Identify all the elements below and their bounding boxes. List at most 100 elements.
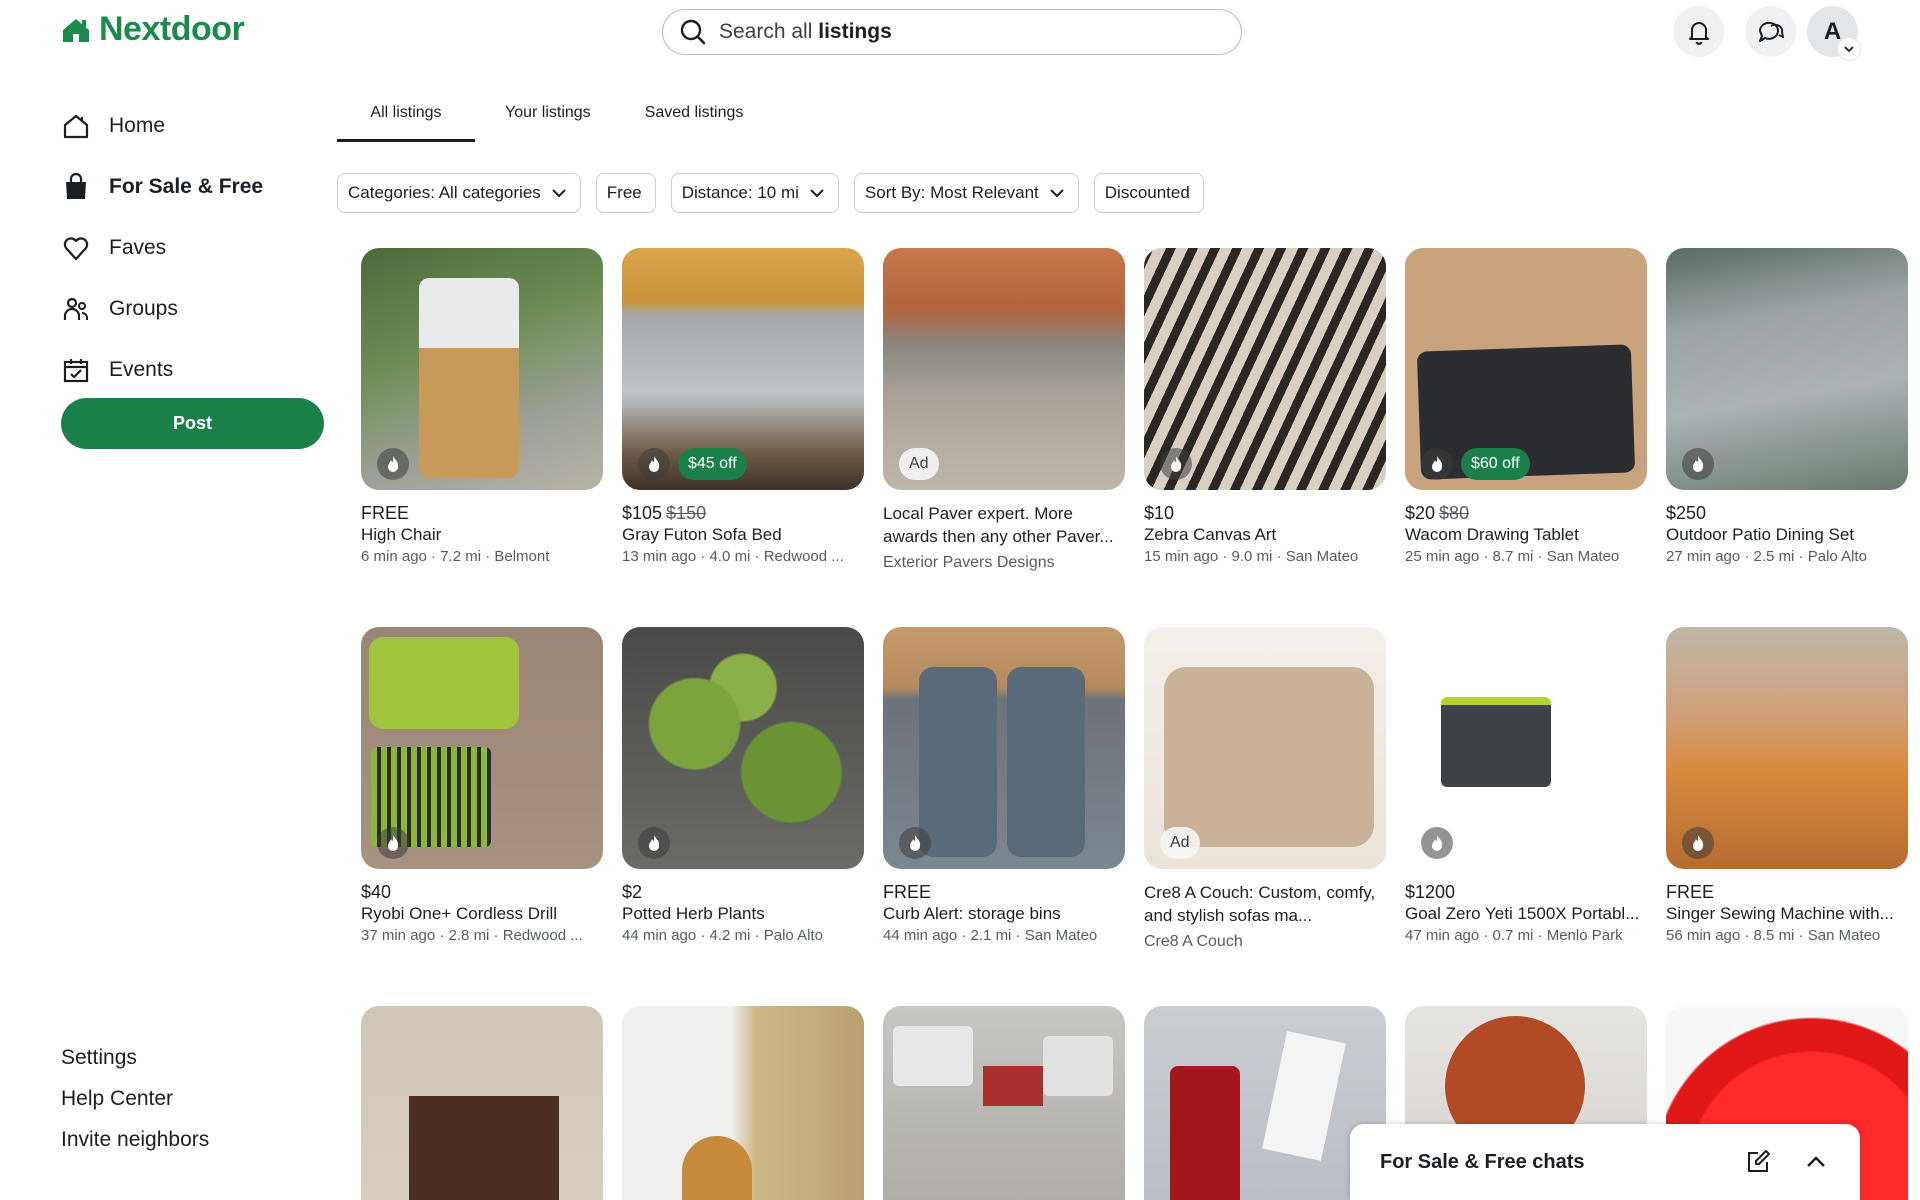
listing-photo[interactable] [361, 248, 603, 490]
distance-filter[interactable]: Distance: 10 mi [670, 173, 839, 213]
listing-title: Zebra Canvas Art [1144, 525, 1277, 544]
heart-icon [63, 236, 89, 260]
listing-photo[interactable] [361, 1006, 603, 1200]
listing-card[interactable]: $60 off $20 $80 Wacom Drawing Tablet 25 m… [1405, 248, 1647, 567]
listing-card[interactable]: $10 Zebra Canvas Art 15 min ago · 9.0 mi… [1144, 248, 1386, 567]
categories-filter[interactable]: Categories: All categories [337, 173, 581, 213]
sidebar-item-groups[interactable]: Groups [61, 278, 263, 339]
filter-label: Distance: 10 mi [681, 183, 799, 202]
listing-title: Wacom Drawing Tablet [1405, 525, 1579, 544]
listing-card[interactable]: $2 Potted Herb Plants 44 min ago · 4.2 m… [622, 627, 864, 946]
listing-photo[interactable] [361, 627, 603, 869]
listing-photo[interactable] [1405, 627, 1647, 869]
sort-filter[interactable]: Sort By: Most Relevant [853, 173, 1079, 213]
account-menu-button[interactable] [1838, 38, 1860, 60]
sidebar-item-home[interactable]: Home [61, 95, 263, 156]
sidebar-item-label: For Sale & Free [109, 174, 264, 198]
listing-card[interactable]: FREE Singer Sewing Machine with... 56 mi… [1666, 627, 1908, 946]
listing-photo[interactable] [1144, 248, 1386, 490]
search-icon [680, 19, 706, 45]
help-center-link[interactable]: Help Center [61, 1083, 209, 1124]
chevron-down-icon [1050, 189, 1064, 198]
avatar-initial: A [1823, 17, 1842, 45]
post-button[interactable]: Post [61, 398, 324, 449]
listing-price: $20 $80 [1405, 503, 1470, 523]
settings-link[interactable]: Settings [61, 1042, 209, 1083]
free-filter[interactable]: Free [595, 173, 656, 213]
search-input[interactable]: Search all listings [662, 9, 1242, 55]
listing-title: Potted Herb Plants [622, 904, 765, 923]
discount-badge: $45 off [678, 448, 747, 480]
listing-photo[interactable]: $45 off [622, 248, 864, 490]
listing-title: Ryobi One+ Cordless Drill [361, 904, 558, 923]
listing-card[interactable]: $1200 Goal Zero Yeti 1500X Portabl... 47… [1405, 627, 1647, 946]
tab-saved-listings[interactable]: Saved listings [639, 100, 750, 142]
listing-card[interactable]: FREE Curb Alert: storage bins 44 min ago… [883, 627, 1125, 946]
sidebar-nav: Home For Sale & Free Faves Groups Events [61, 95, 263, 400]
listing-title: Singer Sewing Machine with... [1666, 904, 1894, 923]
original-price: $80 [1439, 503, 1470, 523]
listing-price: FREE [883, 882, 932, 902]
listing-price: $2 [622, 882, 643, 902]
listing-title: Curb Alert: storage bins [883, 904, 1061, 923]
listing-card[interactable]: $40 Ryobi One+ Cordless Drill 37 min ago… [361, 627, 603, 946]
ad-photo[interactable]: Ad [1144, 627, 1386, 869]
listing-card[interactable]: $45 off $105 $150 Gray Futon Sofa Bed 13 … [622, 248, 864, 567]
calendar-check-icon [63, 358, 89, 382]
ad-title: Local Paver expert. More awards then any… [883, 504, 1114, 546]
sidebar-item-label: Groups [109, 296, 178, 320]
flame-icon [377, 827, 409, 859]
listing-price: $1200 [1405, 882, 1456, 902]
invite-neighbors-link[interactable]: Invite neighbors [61, 1124, 209, 1165]
ad-card[interactable]: Ad Local Paver expert. More awards then … [883, 248, 1125, 575]
chats-panel[interactable]: For Sale & Free chats [1350, 1124, 1860, 1200]
ad-card[interactable]: Ad Cre8 A Couch: Custom, comfy, and styl… [1144, 627, 1386, 954]
listing-meta: 25 min ago · 8.7 mi · San Mateo [1405, 548, 1620, 565]
chevron-up-icon[interactable] [1802, 1148, 1830, 1176]
listing-meta: 47 min ago · 0.7 mi · Menlo Park [1405, 927, 1623, 944]
listing-photo[interactable] [1666, 248, 1908, 490]
listing-meta: 6 min ago · 7.2 mi · Belmont [361, 548, 550, 565]
listing-card[interactable]: $250 Outdoor Patio Dining Set 27 min ago… [1666, 248, 1908, 567]
listing-photo[interactable] [883, 1006, 1125, 1200]
listing-price: FREE [1666, 882, 1715, 902]
chats-title: For Sale & Free chats [1380, 1150, 1585, 1173]
listing-card[interactable] [361, 1006, 603, 1200]
listing-photo[interactable] [622, 627, 864, 869]
nextdoor-logo[interactable]: Nextdoor [61, 10, 245, 49]
flame-icon [1682, 827, 1714, 859]
ad-sponsor: Exterior Pavers Designs [883, 554, 1055, 571]
discounted-filter[interactable]: Discounted [1093, 173, 1204, 213]
listing-price: $40 [361, 882, 392, 902]
listing-card[interactable] [883, 1006, 1125, 1200]
ad-badge: Ad [899, 448, 939, 480]
filter-label: Sort By: Most Relevant [864, 183, 1039, 202]
listing-photo[interactable] [1666, 627, 1908, 869]
compose-icon[interactable] [1744, 1148, 1772, 1176]
flame-icon [1421, 827, 1453, 859]
tab-all-listings[interactable]: All listings [337, 100, 475, 142]
listing-price: $250 [1666, 503, 1707, 523]
messages-button[interactable] [1745, 6, 1796, 57]
listing-card[interactable] [622, 1006, 864, 1200]
shopping-bag-icon [66, 172, 86, 199]
listing-photo[interactable] [622, 1006, 864, 1200]
bell-icon [1688, 21, 1709, 45]
listing-title: Gray Futon Sofa Bed [622, 525, 782, 544]
sidebar-item-events[interactable]: Events [61, 339, 263, 400]
listing-meta: 44 min ago · 2.1 mi · San Mateo [883, 927, 1098, 944]
sidebar-item-label: Faves [109, 235, 167, 259]
notifications-button[interactable] [1673, 6, 1724, 57]
listing-photo[interactable]: $60 off [1405, 248, 1647, 490]
listing-price: $10 [1144, 503, 1175, 523]
flame-icon [1421, 448, 1453, 480]
listing-card[interactable]: FREE High Chair 6 min ago · 7.2 mi · Bel… [361, 248, 603, 567]
sidebar-item-faves[interactable]: Faves [61, 217, 263, 278]
filter-label: Free [606, 183, 642, 202]
listing-photo[interactable] [883, 627, 1125, 869]
sidebar-item-for-sale-free[interactable]: For Sale & Free [61, 156, 263, 217]
tab-your-listings[interactable]: Your listings [499, 100, 597, 142]
ad-photo[interactable]: Ad [883, 248, 1125, 490]
flame-icon [638, 448, 670, 480]
listing-title: High Chair [361, 525, 442, 544]
